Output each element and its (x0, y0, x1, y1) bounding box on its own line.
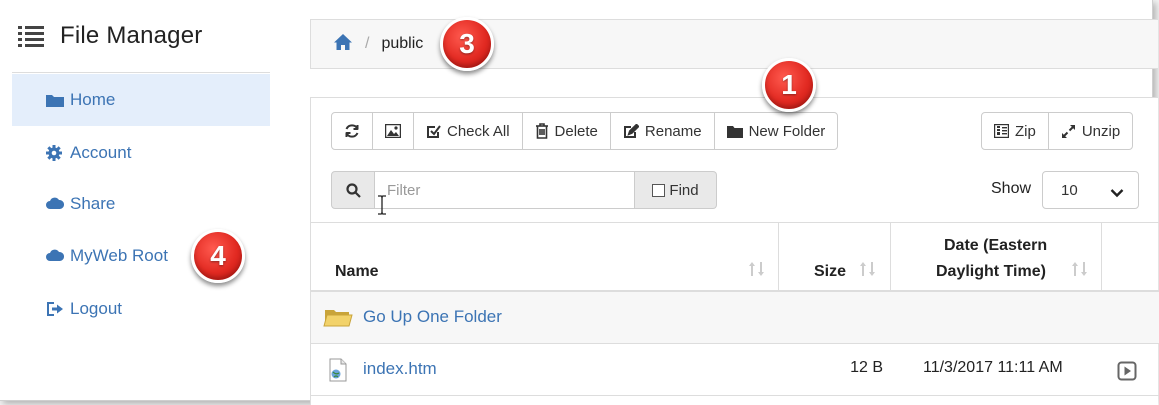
folder-icon (46, 92, 64, 108)
sidebar-item-account[interactable]: Account (12, 127, 270, 179)
table-header: Name Size Date (Eastern Daylight Time) (311, 222, 1159, 292)
unzip-button[interactable]: Unzip (1047, 112, 1134, 150)
sidebar-item-label: Share (70, 194, 116, 213)
row-name-link[interactable]: index.htm (363, 359, 437, 379)
sidebar-item-label: Logout (70, 299, 122, 318)
callout-badge-4: 4 (191, 229, 245, 283)
callout-badge-1: 1 (762, 58, 816, 112)
cloud-icon (46, 196, 64, 212)
breadcrumb: / public (310, 19, 1158, 69)
rename-label: Rename (644, 122, 702, 140)
folder-up-icon (323, 304, 353, 333)
callout-badge-3: 3 (440, 17, 494, 71)
filter-group: Find (331, 171, 717, 209)
column-divider (1101, 223, 1102, 291)
action-toolbar: Check All Delete Rename New Folder (331, 112, 839, 150)
new-folder-button[interactable]: New Folder (713, 112, 839, 150)
row-date: 11/3/2017 11:11 AM (923, 359, 1063, 376)
expand-icon (1061, 124, 1082, 139)
find-checkbox[interactable] (652, 183, 666, 197)
show-label: Show (991, 180, 1032, 197)
column-name[interactable]: Name (311, 223, 778, 291)
refresh-button[interactable] (331, 112, 373, 150)
sort-icon (749, 261, 765, 282)
gear-icon (46, 145, 64, 161)
html-file-icon (329, 358, 347, 387)
sidebar: File Manager Home Account Share MyWeb Ro… (0, 0, 270, 400)
table-row[interactable]: index.htm 12 B 11/3/2017 11:11 AM (311, 344, 1159, 396)
text-cursor-icon (377, 195, 387, 220)
breadcrumb-current: public (381, 35, 424, 52)
check-all-button[interactable]: Check All (413, 112, 523, 150)
delete-button[interactable]: Delete (521, 112, 611, 150)
check-all-label: Check All (447, 122, 510, 140)
sort-icon (860, 261, 876, 282)
brand: File Manager (18, 22, 202, 50)
zip-icon (994, 124, 1015, 138)
logout-icon (46, 301, 64, 317)
column-size-label: Size (814, 263, 847, 280)
delete-label: Delete (554, 122, 598, 140)
app-title: File Manager (60, 22, 203, 49)
sidebar-divider (12, 72, 270, 73)
zip-label: Zip (1015, 122, 1036, 140)
archive-toolbar: Zip Unzip (981, 112, 1134, 150)
folder-icon (726, 125, 749, 138)
sidebar-item-label: MyWeb Root (70, 246, 168, 265)
breadcrumb-separator: / (365, 35, 370, 52)
search-icon (331, 171, 375, 209)
sidebar-item-home[interactable]: Home (12, 74, 270, 126)
file-manager-window: File Manager Home Account Share MyWeb Ro… (0, 0, 1159, 405)
check-square-icon (426, 124, 447, 139)
sort-icon (1072, 261, 1088, 282)
image-icon (385, 124, 401, 138)
home-icon[interactable] (333, 33, 353, 56)
new-folder-label: New Folder (748, 122, 826, 140)
edit-icon (623, 123, 645, 139)
image-view-button[interactable] (372, 112, 414, 150)
row-size: 12 B (850, 359, 883, 376)
column-name-label: Name (335, 263, 379, 280)
list-icon (18, 25, 44, 47)
file-panel: Check All Delete Rename New Folder Zip U… (310, 97, 1159, 405)
trash-icon (535, 123, 555, 139)
chevron-down-icon (1110, 185, 1124, 202)
cloud-icon (46, 248, 64, 264)
column-date[interactable]: Date (Eastern Daylight Time) (890, 223, 1101, 291)
filter-input[interactable] (375, 171, 635, 209)
zip-button[interactable]: Zip (981, 112, 1049, 150)
sidebar-item-logout[interactable]: Logout (12, 283, 270, 335)
column-size[interactable]: Size (778, 223, 890, 291)
find-label: Find (669, 181, 699, 199)
sidebar-item-share[interactable]: Share (12, 178, 270, 230)
file-table: Name Size Date (Eastern Daylight Time) G… (311, 222, 1159, 396)
sidebar-item-label: Home (70, 90, 116, 109)
page-size-value: 10 (1061, 181, 1078, 199)
refresh-icon (344, 123, 360, 139)
row-action-icon[interactable] (1117, 361, 1137, 386)
rename-button[interactable]: Rename (609, 112, 715, 150)
table-row[interactable]: Go Up One Folder (311, 292, 1159, 344)
page-size-select[interactable]: 10 (1042, 171, 1139, 209)
sidebar-item-label: Account (70, 143, 132, 162)
find-toggle[interactable]: Find (635, 171, 717, 209)
unzip-label: Unzip (1081, 122, 1121, 140)
row-name-link[interactable]: Go Up One Folder (363, 307, 502, 327)
column-date-label-line2: Daylight Time) (936, 263, 1046, 280)
column-date-label-line1: Date (Eastern (944, 237, 1048, 254)
